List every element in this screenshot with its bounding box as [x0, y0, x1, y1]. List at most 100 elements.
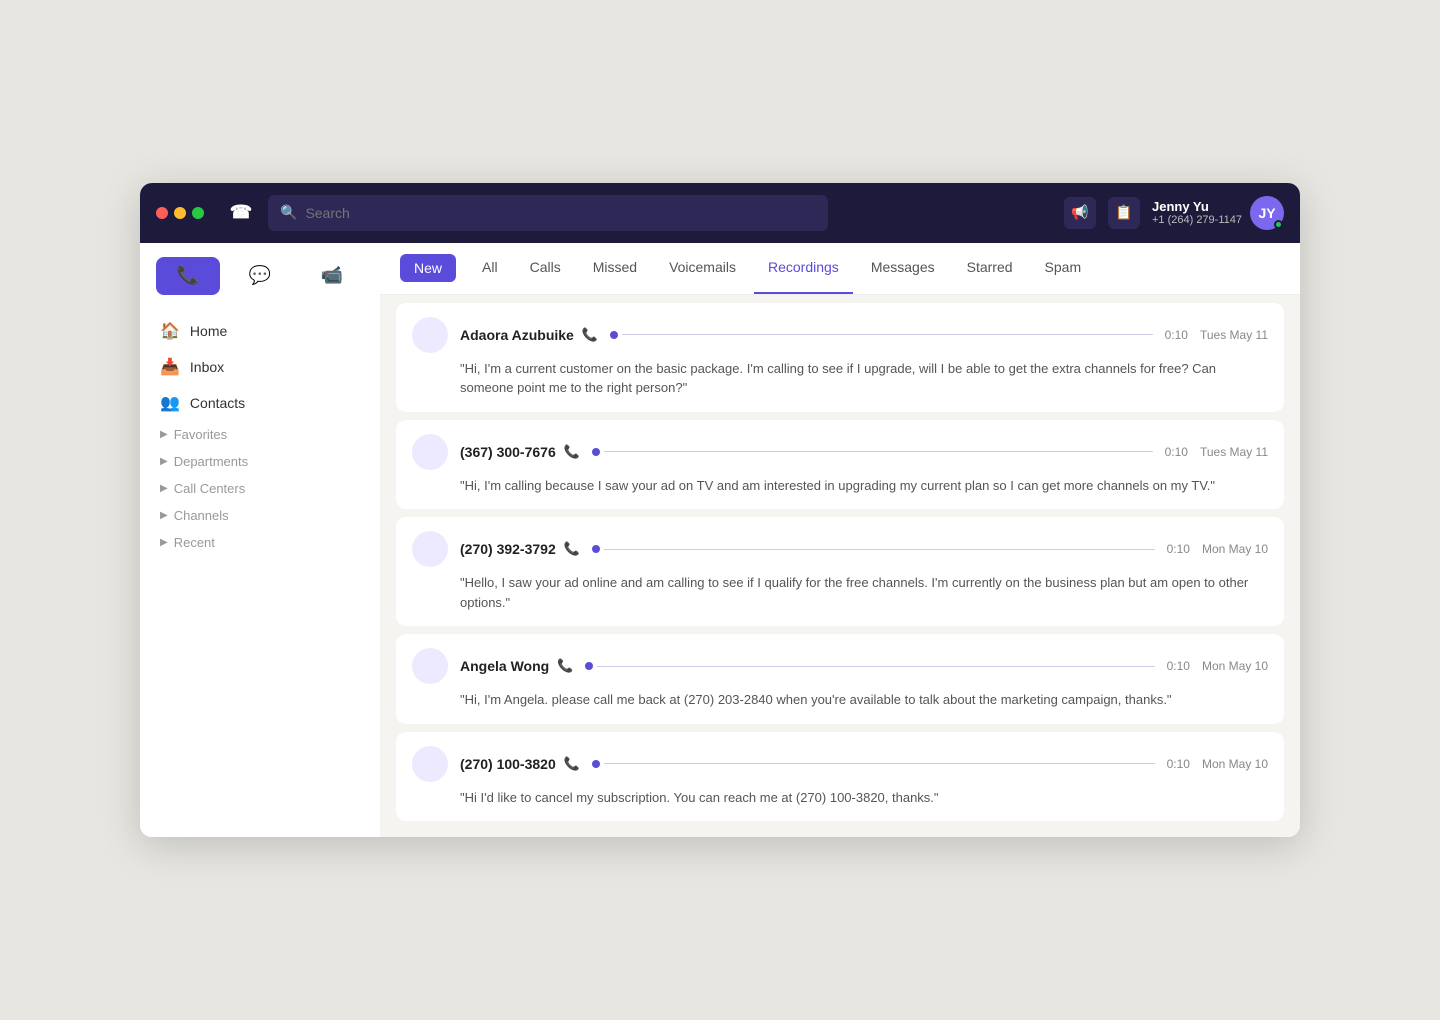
tab-bar: New All Calls Missed Voicemails Recordin…	[380, 243, 1300, 295]
rec-name-3: (270) 392-3792	[460, 541, 556, 557]
rec-transcript-2: "Hi, I'm calling because I saw your ad o…	[460, 476, 1268, 496]
waveform-3	[592, 545, 1155, 553]
nav-section-departments[interactable]: ▶ Departments	[140, 448, 380, 475]
contacts-icon: 👥	[160, 393, 180, 413]
recording-item-5[interactable]: (270) 100-3820 📞 0:10 Mon May 10	[396, 732, 1284, 822]
phone-icon-4: 📞	[557, 658, 573, 674]
tab-all[interactable]: All	[468, 242, 512, 294]
nav-section-recent[interactable]: ▶ Recent	[140, 529, 380, 556]
compose-icon: 📋	[1115, 204, 1132, 221]
tab-voicemails[interactable]: Voicemails	[655, 242, 750, 294]
recording-list: Adaora Azubuike 📞 0:10 Tues May 11	[380, 295, 1300, 838]
close-button[interactable]	[156, 207, 168, 219]
rec-duration-2: 0:10	[1165, 445, 1188, 459]
nav-item-inbox[interactable]: 📥 Inbox	[140, 349, 380, 385]
waveform-dot-2	[592, 448, 600, 456]
header-right: 📢 📋 Jenny Yu +1 (264) 279-1147 JY	[1064, 196, 1284, 230]
app-logo: ☎	[224, 197, 256, 229]
tab-phone[interactable]: 📞	[156, 257, 220, 295]
waveform-dot-4	[585, 662, 593, 670]
rec-avatar-3	[412, 531, 448, 567]
recording-item-2[interactable]: (367) 300-7676 📞 0:10 Tues May 11	[396, 420, 1284, 510]
minimize-button[interactable]	[174, 207, 186, 219]
rec-info-3: (270) 392-3792 📞 0:10	[460, 541, 1190, 557]
nav-section-label-recent: Recent	[174, 535, 215, 550]
home-icon: 🏠	[160, 321, 180, 341]
inbox-icon: 📥	[160, 357, 180, 377]
phone-icon-2: 📞	[564, 444, 580, 460]
app-window: ☎ 🔍 📢 📋 Jenny Yu +1 (264) 279-1147 JY	[140, 183, 1300, 838]
phone-icon-1: 📞	[582, 327, 598, 343]
waveform-dot-3	[592, 545, 600, 553]
nav-section-label-callcenters: Call Centers	[174, 481, 246, 496]
tab-chat[interactable]: 💬	[228, 257, 292, 295]
rec-duration-4: 0:10	[1167, 659, 1190, 673]
compose-button[interactable]: 📋	[1108, 197, 1140, 229]
tab-spam[interactable]: Spam	[1031, 242, 1096, 294]
waveform-dot-5	[592, 760, 600, 768]
recording-item-3[interactable]: (270) 392-3792 📞 0:10 Mon May 10	[396, 517, 1284, 626]
tab-video[interactable]: 📹	[300, 257, 364, 295]
maximize-button[interactable]	[192, 207, 204, 219]
user-name: Jenny Yu	[1152, 199, 1242, 214]
waveform-line-2	[604, 451, 1153, 452]
online-indicator	[1274, 220, 1283, 229]
avatar-wrap: JY	[1250, 196, 1284, 230]
recording-item-4[interactable]: Angela Wong 📞 0:10 Mon May 10	[396, 634, 1284, 724]
rec-transcript-3: "Hello, I saw your ad online and am call…	[460, 573, 1268, 612]
tab-missed[interactable]: Missed	[579, 242, 651, 294]
rec-transcript-1: "Hi, I'm a current customer on the basic…	[460, 359, 1268, 398]
nav-section-favorites[interactable]: ▶ Favorites	[140, 421, 380, 448]
rec-duration-3: 0:10	[1167, 542, 1190, 556]
traffic-lights	[156, 207, 204, 219]
rec-avatar-1	[412, 317, 448, 353]
notifications-button[interactable]: 📢	[1064, 197, 1096, 229]
main-content: 📞 💬 📹 🏠 Home 📥 Inbox 👥 Contacts	[140, 243, 1300, 838]
user-phone: +1 (264) 279-1147	[1152, 214, 1242, 226]
waveform-1	[610, 331, 1153, 339]
title-bar: ☎ 🔍 📢 📋 Jenny Yu +1 (264) 279-1147 JY	[140, 183, 1300, 243]
nav-section-label-departments: Departments	[174, 454, 248, 469]
search-input[interactable]	[305, 205, 816, 221]
chevron-right-icon-2: ▶	[160, 456, 168, 467]
chevron-right-icon-5: ▶	[160, 537, 168, 548]
search-icon: 🔍	[280, 204, 297, 221]
rec-name-4: Angela Wong	[460, 658, 549, 674]
phone-icon-3: 📞	[564, 541, 580, 557]
nav-section-channels[interactable]: ▶ Channels	[140, 502, 380, 529]
tab-new-button[interactable]: New	[400, 254, 456, 282]
rec-avatar-2	[412, 434, 448, 470]
nav-item-home[interactable]: 🏠 Home	[140, 313, 380, 349]
waveform-2	[592, 448, 1153, 456]
sidebar: 📞 💬 📹 🏠 Home 📥 Inbox 👥 Contacts	[140, 243, 380, 838]
nav-section-label-favorites: Favorites	[174, 427, 227, 442]
nav-section-callcenters[interactable]: ▶ Call Centers	[140, 475, 380, 502]
rec-info-1: Adaora Azubuike 📞 0:10	[460, 327, 1188, 343]
rec-avatar-5	[412, 746, 448, 782]
rec-info-2: (367) 300-7676 📞 0:10	[460, 444, 1188, 460]
rec-date-3: Mon May 10	[1202, 542, 1268, 556]
tab-messages[interactable]: Messages	[857, 242, 949, 294]
waveform-5	[592, 760, 1155, 768]
search-bar: 🔍	[268, 195, 828, 231]
waveform-line-1	[622, 334, 1153, 335]
nav-item-contacts[interactable]: 👥 Contacts	[140, 385, 380, 421]
sidebar-nav: 🏠 Home 📥 Inbox 👥 Contacts ▶ Favorites ▶	[140, 305, 380, 564]
waveform-line-4	[597, 666, 1154, 667]
rec-date-4: Mon May 10	[1202, 659, 1268, 673]
rec-duration-5: 0:10	[1167, 757, 1190, 771]
user-info[interactable]: Jenny Yu +1 (264) 279-1147 JY	[1152, 196, 1284, 230]
waveform-line-5	[604, 763, 1155, 764]
tab-starred[interactable]: Starred	[953, 242, 1027, 294]
tab-calls[interactable]: Calls	[516, 242, 575, 294]
rec-date-1: Tues May 11	[1200, 328, 1268, 342]
tab-recordings[interactable]: Recordings	[754, 242, 853, 294]
rec-avatar-4	[412, 648, 448, 684]
recordings-panel: New All Calls Missed Voicemails Recordin…	[380, 243, 1300, 838]
recording-item-1[interactable]: Adaora Azubuike 📞 0:10 Tues May 11	[396, 303, 1284, 412]
waveform-line-3	[604, 549, 1155, 550]
chevron-right-icon-4: ▶	[160, 510, 168, 521]
rec-info-5: (270) 100-3820 📞 0:10	[460, 756, 1190, 772]
chevron-right-icon: ▶	[160, 429, 168, 440]
chevron-right-icon-3: ▶	[160, 483, 168, 494]
